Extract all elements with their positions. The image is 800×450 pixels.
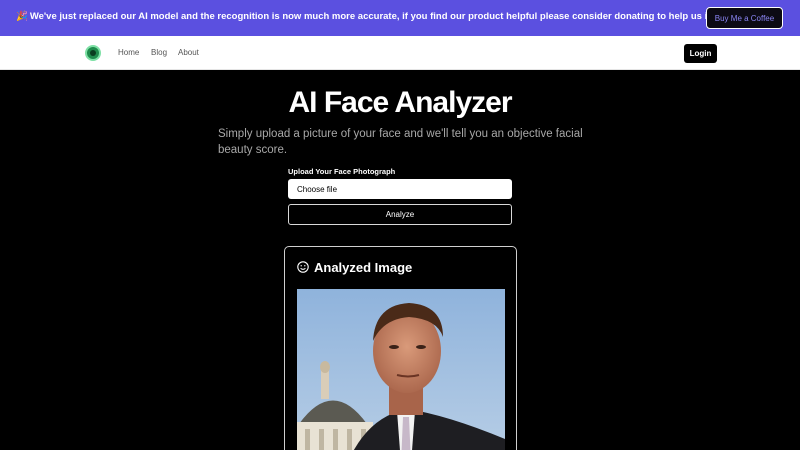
buy-me-a-coffee-button[interactable]: Buy Me a Coffee (706, 7, 783, 29)
page-title: AI Face Analyzer (288, 86, 513, 119)
file-input[interactable]: Choose file (288, 179, 512, 199)
banner-text: We've just replaced our AI model and the… (29, 11, 754, 22)
analyzed-photo (297, 289, 505, 450)
announcement-banner: 🎉 We've just replaced our AI model and th… (0, 0, 800, 36)
page-subtitle: Simply upload a picture of your face and… (218, 128, 583, 156)
nav-home-link[interactable]: Home (118, 48, 139, 57)
party-icon: 🎉 (16, 11, 28, 22)
banner-message: 🎉 We've just replaced our AI model and th… (16, 11, 767, 22)
face-logo-icon[interactable] (85, 45, 101, 61)
nav-about-link[interactable]: About (178, 48, 199, 57)
upload-label: Upload Your Face Photograph (288, 167, 396, 176)
analyze-button[interactable]: Analyze (288, 204, 512, 225)
analyzed-image-card: Analyzed Image (284, 246, 517, 450)
login-button[interactable]: Login (684, 44, 717, 63)
navbar: Home Blog About Login (0, 36, 800, 70)
nav-blog-link[interactable]: Blog (151, 48, 167, 57)
card-title: Analyzed Image (314, 260, 413, 275)
smiley-icon (297, 261, 309, 273)
